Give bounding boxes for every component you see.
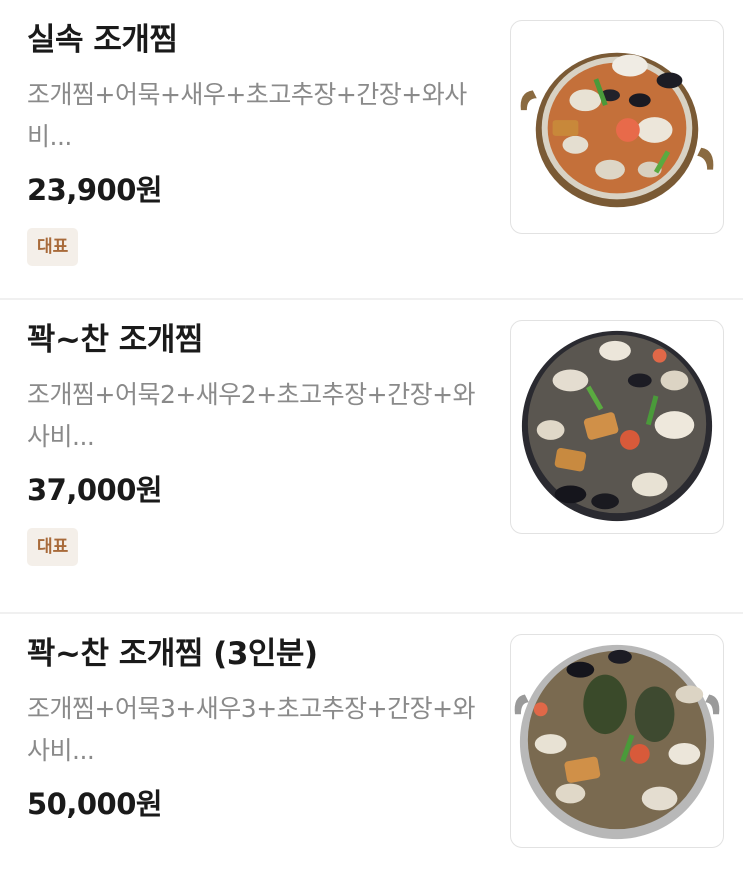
menu-item-price: 50,000원 (27, 787, 163, 821)
menu-item[interactable]: 실속 조개찜 조개찜+어묵+새우+초고추장+간장+와사비... 23,900원 … (0, 0, 743, 300)
menu-item-info: 꽉~찬 조개찜 (3인분) 조개찜+어묵3+새우3+초고추장+간장+와사비...… (27, 632, 497, 826)
menu-item-name: 꽉~찬 조개찜 (27, 322, 203, 358)
menu-list: 실속 조개찜 조개찜+어묵+새우+초고추장+간장+와사비... 23,900원 … (0, 0, 743, 883)
menu-item-name: 실속 조개찜 (27, 22, 178, 58)
menu-item[interactable]: 꽉~찬 조개찜 조개찜+어묵2+새우2+초고추장+간장+와사비... 37,00… (0, 300, 743, 614)
signature-badge: 대표 (27, 528, 79, 566)
clam-stew-pot-image[interactable] (510, 20, 724, 234)
menu-item-name: 꽉~찬 조개찜 (3인분) (27, 636, 318, 672)
menu-item-info: 실속 조개찜 조개찜+어묵+새우+초고추장+간장+와사비... 23,900원 … (27, 18, 497, 266)
menu-item-info: 꽉~찬 조개찜 조개찜+어묵2+새우2+초고추장+간장+와사비... 37,00… (27, 318, 497, 566)
menu-item-price: 23,900원 (27, 173, 163, 207)
menu-item-price: 37,000원 (27, 473, 163, 507)
menu-item-description: 조개찜+어묵3+새우3+초고추장+간장+와사비... (27, 694, 476, 765)
clam-stew-pan-image[interactable] (510, 320, 724, 534)
signature-badge: 대표 (27, 228, 79, 266)
menu-item[interactable]: 꽉~찬 조개찜 (3인분) 조개찜+어묵3+새우3+초고추장+간장+와사비...… (0, 614, 743, 883)
menu-item-description: 조개찜+어묵+새우+초고추장+간장+와사비... (27, 80, 467, 151)
menu-item-description: 조개찜+어묵2+새우2+초고추장+간장+와사비... (27, 380, 476, 451)
clam-stew-large-pot-image[interactable] (510, 634, 724, 848)
